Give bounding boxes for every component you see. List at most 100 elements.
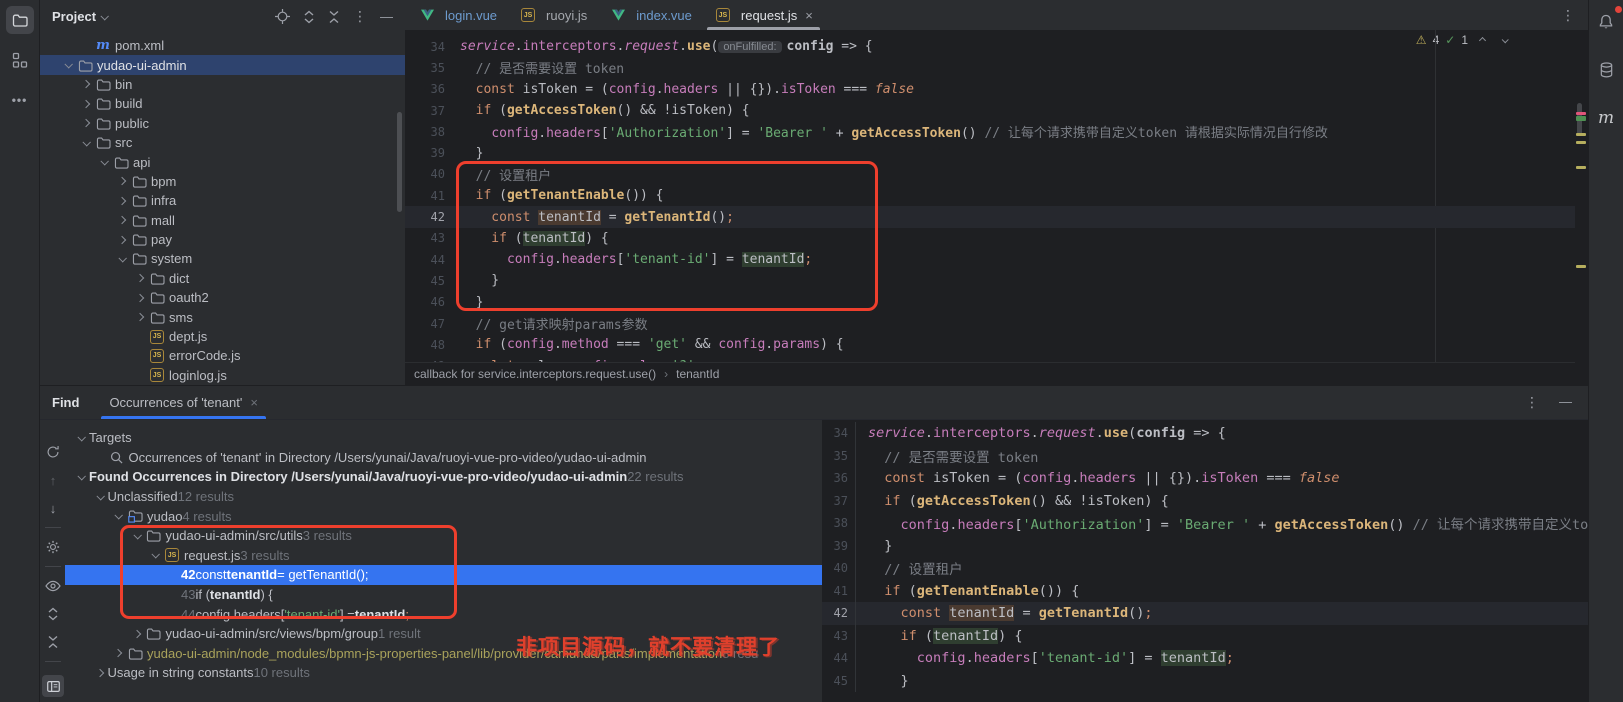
tree-item-pom.xml[interactable]: mpom.xml [40,36,405,55]
code-line-35[interactable]: 35 // 是否需要设置 token [405,57,1575,78]
hide-project-panel-icon[interactable]: — [380,9,393,24]
locate-file-icon[interactable] [275,9,290,24]
tree-item-pay[interactable]: pay [40,230,405,249]
code-line-42[interactable]: 42 const tenantId = getTenantId(); [405,206,1575,227]
code-line-40[interactable]: 40 // 设置租户 [822,557,1588,580]
chevron-down-icon[interactable] [92,494,108,500]
code-area[interactable]: 34service.interceptors.request.use(onFul… [405,30,1575,362]
preview-editor[interactable]: 34service.interceptors.request.use(confi… [822,420,1588,702]
notifications-button[interactable] [1592,8,1620,36]
code-line-45[interactable]: 45 } [405,270,1575,291]
chevron-down-icon[interactable] [73,435,89,441]
find-tree-node[interactable]: JSrequest.js 3 results [65,546,822,566]
chevron-right-icon[interactable] [92,670,108,676]
project-panel-title[interactable]: Project [52,9,96,24]
tree-item-errorCode.js[interactable]: JSerrorCode.js [40,346,405,365]
find-tree-node[interactable]: Targets [65,428,822,448]
code-line-34[interactable]: 34service.interceptors.request.use(onFul… [405,36,1575,57]
code-line-39[interactable]: 39 } [405,142,1575,163]
code-line-38[interactable]: 38 config.headers['Authorization'] = 'Be… [405,121,1575,142]
chevron-right-icon[interactable] [132,275,148,281]
error-stripe[interactable] [1575,30,1588,362]
expand-all-icon[interactable] [303,10,315,24]
tree-item-src[interactable]: src [40,133,405,152]
find-result-line[interactable]: 43 if (tenantId) { [65,585,822,605]
code-line-42[interactable]: 42 const tenantId = getTenantId(); [822,602,1588,625]
tree-item-infra[interactable]: infra [40,191,405,210]
tree-item-oauth2[interactable]: oauth2 [40,288,405,307]
code-line-40[interactable]: 40 // 设置租户 [405,164,1575,185]
code-line-35[interactable]: 35 // 是否需要设置 token [822,445,1588,468]
tree-item-system[interactable]: system [40,249,405,268]
breadcrumb-item[interactable]: callback for service.interceptors.reques… [414,367,656,381]
database-tool-button[interactable] [1592,56,1620,84]
chevron-right-icon[interactable] [114,198,130,204]
chevron-right-icon[interactable] [132,295,148,301]
tree-item-sms[interactable]: sms [40,307,405,326]
code-line-36[interactable]: 36 const isToken = (config.headers || {}… [822,467,1588,490]
chevron-right-icon[interactable] [110,650,126,656]
tree-item-bpm[interactable]: bpm [40,172,405,191]
find-tree-node[interactable]: yudao-ui-admin/src/views/bpm/group 1 res… [65,624,822,644]
breadcrumb-item[interactable]: tenantId [676,367,719,381]
code-line-37[interactable]: 37 if (getAccessToken() && !isToken) { [405,100,1575,121]
project-tree-scrollbar[interactable] [397,112,402,212]
code-line-43[interactable]: 43 if (tenantId) { [822,625,1588,648]
tree-item-bin[interactable]: bin [40,75,405,94]
chevron-right-icon[interactable] [129,631,145,637]
find-options-kebab-icon[interactable]: ⋮ [1525,394,1539,411]
tree-item-mall[interactable]: mall [40,211,405,230]
toggle-preview-layout-button[interactable] [42,675,64,697]
project-title-chevron-icon[interactable] [96,14,112,20]
chevron-right-icon[interactable] [114,178,130,184]
editor-tab-request.js[interactable]: JSrequest.js× [703,0,824,30]
chevron-down-icon[interactable] [147,552,163,558]
chevron-right-icon[interactable] [78,120,94,126]
editor-tab-ruoyi.js[interactable]: JSruoyi.js [508,0,598,30]
tree-item-public[interactable]: public [40,114,405,133]
code-line-38[interactable]: 38 config.headers['Authorization'] = 'Be… [822,512,1588,535]
code-line-41[interactable]: 41 if (getTenantEnable()) { [405,185,1575,206]
tree-item-build[interactable]: build [40,94,405,113]
code-line-45[interactable]: 45 } [822,670,1588,693]
code-line-43[interactable]: 43 if (tenantId) { [405,228,1575,249]
find-tree-node[interactable]: Usage in string constants 10 results [65,663,822,683]
chevron-right-icon[interactable] [78,81,94,87]
previous-occurrence-icon[interactable]: ↑ [40,466,66,494]
code-line-44[interactable]: 44 config.headers['tenant-id'] = tenantI… [822,647,1588,670]
settings-gear-icon[interactable] [40,533,66,561]
tree-item-api[interactable]: api [40,152,405,171]
code-line-47[interactable]: 47 // get请求映射params参数 [405,313,1575,334]
chevron-right-icon[interactable] [132,314,148,320]
expand-all-icon[interactable] [40,600,66,628]
chevron-down-icon[interactable] [60,62,76,68]
rerun-search-icon[interactable] [40,438,66,466]
preview-eye-icon[interactable] [40,572,66,600]
maven-tool-button[interactable]: m [1592,104,1620,132]
find-results-tab[interactable]: Occurrences of 'tenant' × [101,386,265,419]
chevron-right-icon[interactable] [78,101,94,107]
next-occurrence-icon[interactable]: ↓ [40,494,66,522]
chevron-down-icon[interactable] [78,140,94,146]
find-result-line[interactable]: 44 config.headers['tenant-id'] = tenantI… [65,604,822,624]
code-line-44[interactable]: 44 config.headers['tenant-id'] = tenantI… [405,249,1575,270]
find-tree-node[interactable]: yudao-ui-admin/src/utils 3 results [65,526,822,546]
project-tool-button[interactable] [6,6,34,34]
more-tools-button[interactable]: ••• [6,86,34,114]
code-line-39[interactable]: 39 } [822,535,1588,558]
hide-find-panel-icon[interactable]: — [1559,394,1572,411]
code-line-41[interactable]: 41 if (getTenantEnable()) { [822,580,1588,603]
close-tab-icon[interactable]: × [250,395,258,410]
find-tree-node[interactable]: Found Occurrences in Directory /Users/yu… [65,467,822,487]
project-options-kebab-icon[interactable]: ⋮ [353,8,367,25]
chevron-down-icon[interactable] [129,533,145,539]
tree-item-yudao-ui-admin[interactable]: yudao-ui-admin [40,55,405,74]
collapse-all-icon[interactable] [40,628,66,656]
close-tab-icon[interactable]: × [805,8,813,23]
find-tree-node[interactable]: Unclassified 12 results [65,487,822,507]
code-line-46[interactable]: 46 } [405,292,1575,313]
find-tree-node[interactable]: Occurrences of 'tenant' in Directory /Us… [65,448,822,468]
editor-tab-index.vue[interactable]: index.vue [598,0,703,30]
chevron-down-icon[interactable] [114,256,130,262]
chevron-down-icon[interactable] [73,474,89,480]
